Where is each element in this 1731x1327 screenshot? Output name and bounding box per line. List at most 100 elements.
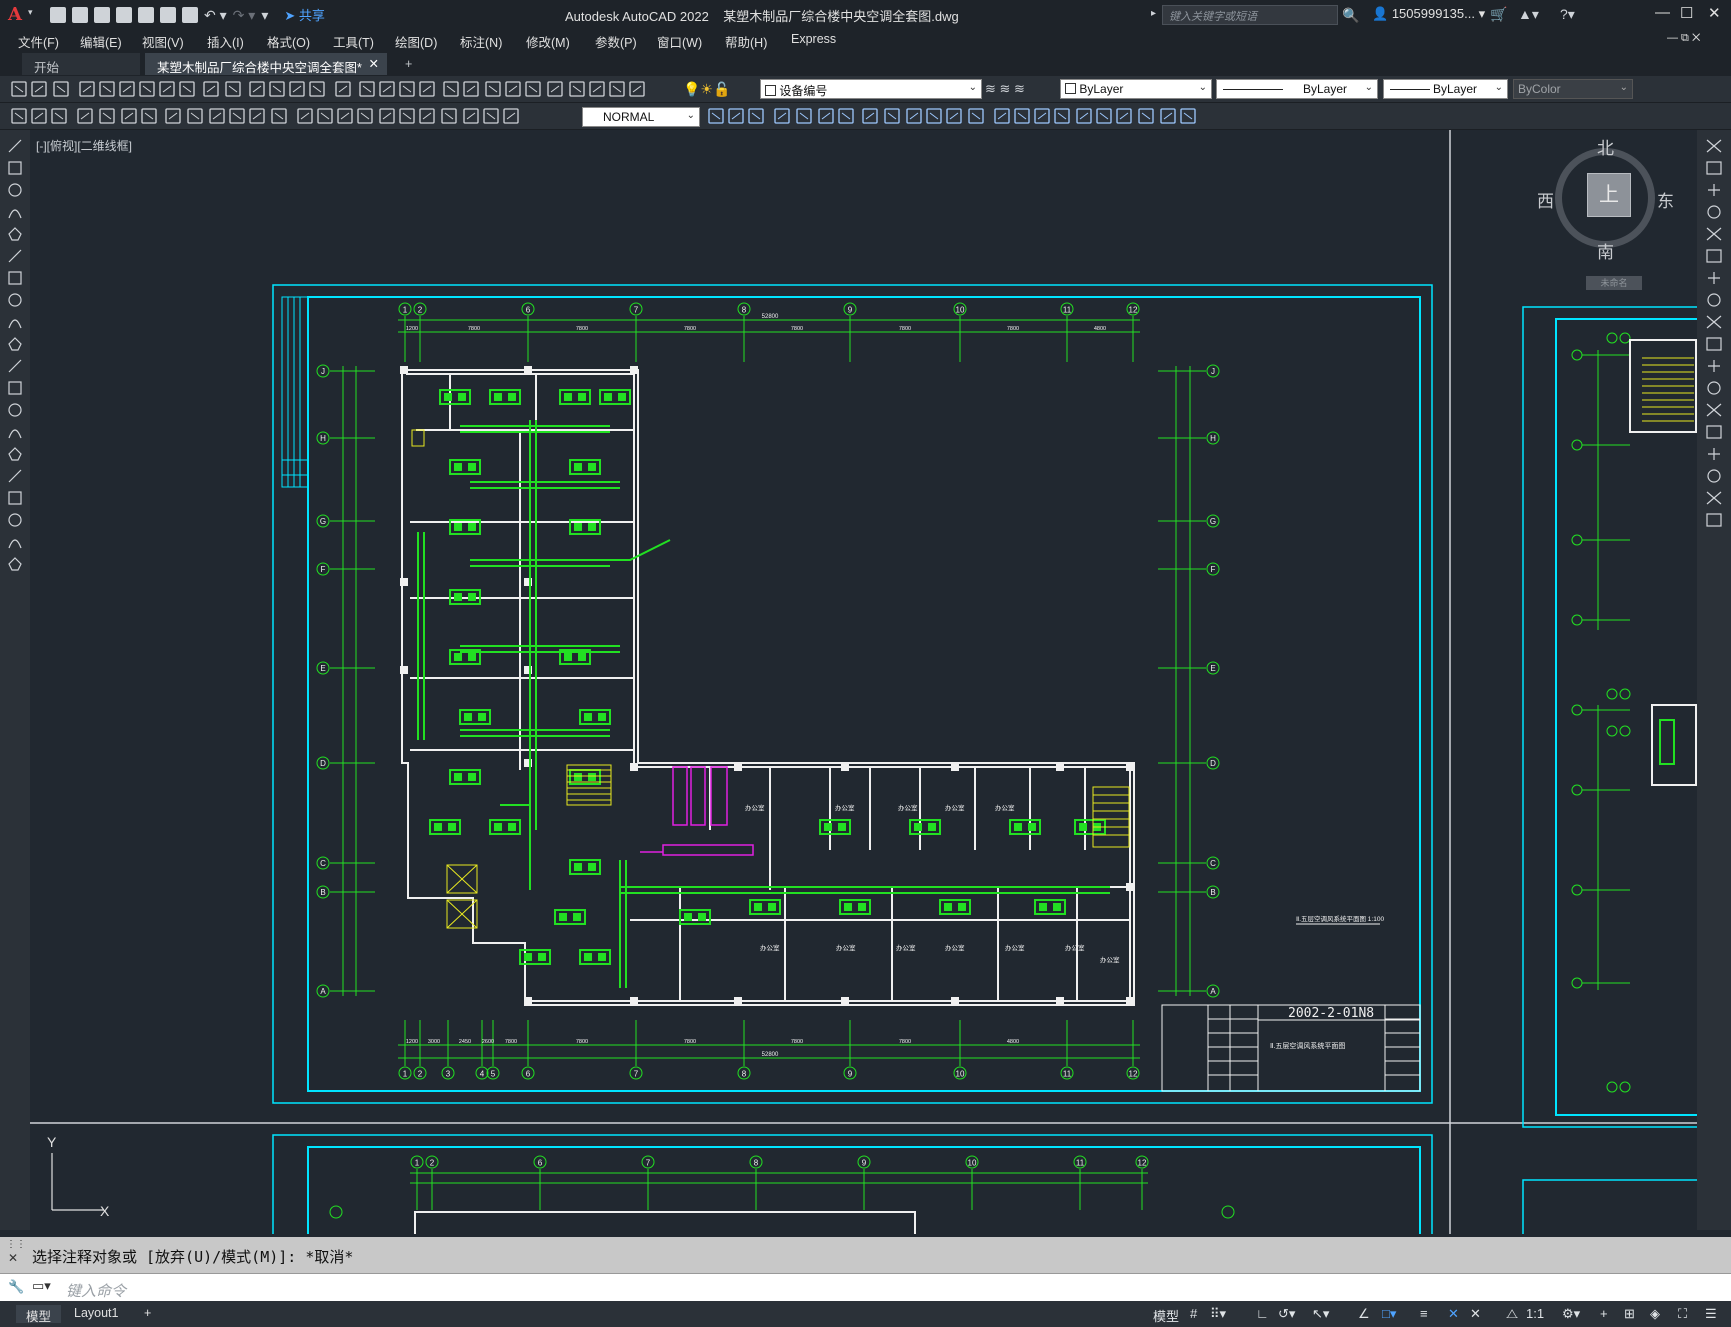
menu-tools[interactable]: 工具(T): [333, 32, 374, 51]
cart-icon[interactable]: 🛒: [1490, 6, 1507, 23]
share-button[interactable]: ➤ 共享: [284, 5, 325, 24]
viewcube-top-face[interactable]: 上: [1587, 173, 1631, 217]
drawing-canvas[interactable]: [-][俯视][二维线框] 1 2 6 7 8 9 10 11 12 52800 1200 7800 7…: [30, 130, 1697, 1234]
tab-layout1[interactable]: Layout1: [64, 1305, 128, 1323]
close-window-icon[interactable]: ✕: [1708, 4, 1721, 22]
modify-tool-icons-vertical[interactable]: [1697, 130, 1731, 550]
compass-south[interactable]: 南: [1597, 238, 1614, 263]
menu-window[interactable]: 窗口(W): [657, 32, 702, 51]
recent-commands-icon[interactable]: ▭▾: [32, 1278, 51, 1294]
linetype-dropdown[interactable]: ByLayer ⌄: [1216, 79, 1378, 99]
open-file-icon[interactable]: [72, 6, 88, 23]
close-tab-icon[interactable]: ✕: [369, 56, 379, 71]
save-web-icon[interactable]: [160, 6, 176, 23]
redo-icon[interactable]: ↷ ▾: [233, 7, 256, 23]
object-snap-tracking-icon[interactable]: ∠: [1358, 1306, 1370, 1322]
annotation-scale-value[interactable]: 1:1: [1526, 1306, 1544, 1321]
model-space-button[interactable]: 模型: [1153, 1306, 1179, 1325]
menu-draw[interactable]: 绘图(D): [395, 32, 437, 51]
auto-scale-icon[interactable]: ✕: [1470, 1306, 1481, 1322]
save-as-icon[interactable]: [116, 6, 132, 23]
minimize-icon[interactable]: —: [1655, 4, 1670, 21]
menu-edit[interactable]: 编辑(E): [80, 32, 122, 51]
search-icon[interactable]: 🔍: [1342, 7, 1359, 24]
lineweight-sample: [1390, 89, 1430, 90]
tab-start[interactable]: 开始: [22, 53, 140, 75]
plotstyle-dropdown[interactable]: ByColor ⌄: [1513, 79, 1633, 99]
duct-run: [500, 804, 531, 890]
toolbar-tool-glyph: [1183, 112, 1193, 120]
compass-north[interactable]: 北: [1597, 134, 1614, 159]
lineweight-dropdown[interactable]: ByLayer ⌄: [1383, 79, 1508, 99]
workspace-gear-icon[interactable]: ⚙▾: [1562, 1306, 1580, 1322]
grid-label: 8: [754, 1159, 759, 1168]
snap-icon[interactable]: ⠿▾: [1210, 1306, 1226, 1322]
maximize-icon[interactable]: ☐: [1680, 4, 1693, 22]
save-icon[interactable]: [94, 6, 110, 23]
plot-icon[interactable]: [182, 6, 198, 23]
layer-state-icons[interactable]: 💡☀🔓: [683, 81, 730, 98]
polar-icon[interactable]: ↺▾: [1278, 1306, 1295, 1322]
color-dropdown[interactable]: ByLayer ⌄: [1060, 79, 1212, 99]
layer-dropdown[interactable]: 设备编号 ⌄: [760, 79, 982, 99]
text-style-dropdown[interactable]: NORMAL ⌄: [582, 107, 700, 127]
draw-tool-icons[interactable]: [0, 130, 30, 590]
expand-search-icon[interactable]: ▸: [1151, 8, 1156, 19]
command-grip-icon[interactable]: ⋮⋮: [6, 1239, 26, 1250]
compass-east[interactable]: 东: [1657, 187, 1674, 212]
layer-tools-icons[interactable]: ≋ ≋ ≋: [985, 81, 1025, 97]
grid-label: 1: [415, 1159, 420, 1168]
tab-model[interactable]: 模型: [16, 1305, 62, 1324]
object-snap-icon[interactable]: □▾: [1382, 1306, 1396, 1322]
ortho-icon[interactable]: ∟: [1256, 1306, 1269, 1321]
search-input[interactable]: 键入关键字或短语: [1162, 5, 1338, 25]
menu-parametric[interactable]: 参数(P): [595, 32, 637, 51]
toolbar-tool-glyph: [971, 112, 981, 120]
plus-icon[interactable]: +: [1600, 1306, 1608, 1321]
status-bar: 模型 Layout1 + 模型 # ⠿▾ ∟ ↺▾ ↖▾ ∠ □▾ ≡ ✕ ✕ …: [0, 1301, 1731, 1327]
annotation-scale-icon[interactable]: ⧍: [1506, 1306, 1518, 1322]
app-menu-chevron-icon[interactable]: ▾: [28, 7, 33, 18]
structural-column: [1056, 997, 1064, 1005]
customize-statusbar-icon[interactable]: ☰: [1705, 1306, 1717, 1322]
undo-icon[interactable]: ↶ ▾: [204, 7, 227, 23]
binding-strip: [281, 296, 309, 488]
menu-insert[interactable]: 插入(I): [207, 32, 244, 51]
compass-west[interactable]: 西: [1537, 187, 1554, 212]
command-input[interactable]: 键入命令: [66, 1280, 126, 1301]
autocad-logo-icon[interactable]: A: [0, 0, 30, 29]
tab-drawing[interactable]: 某塑木制品厂综合楼中央空调全套图* ✕: [145, 53, 387, 75]
menu-format[interactable]: 格式(O): [267, 32, 310, 51]
grid-icon[interactable]: #: [1190, 1306, 1197, 1321]
help-icon[interactable]: ?▾: [1560, 6, 1575, 23]
doc-window-controls[interactable]: — ⧉ ✕: [1667, 32, 1700, 45]
autodesk-app-icon[interactable]: ▲▾: [1518, 6, 1539, 23]
modify-tool-icons[interactable]: [705, 103, 1215, 130]
user-account[interactable]: 👤 1505999135... ▾: [1372, 6, 1485, 22]
fan-coil-unit-coil: [958, 903, 966, 911]
open-web-icon[interactable]: [138, 6, 154, 23]
isodraft-icon[interactable]: ↖▾: [1312, 1306, 1329, 1322]
units-icon[interactable]: ⊞: [1624, 1306, 1635, 1322]
isolate-objects-icon[interactable]: ◈: [1650, 1306, 1660, 1322]
menu-help[interactable]: 帮助(H): [725, 32, 767, 51]
menu-express[interactable]: Express: [791, 32, 836, 46]
new-tab-icon[interactable]: +: [393, 53, 424, 75]
dimension-tool-icons[interactable]: [8, 103, 578, 130]
menu-dimension[interactable]: 标注(N): [460, 32, 502, 51]
standard-tool-icons[interactable]: [8, 76, 688, 103]
modify-tool-icon: [1706, 315, 1722, 329]
customize-wrench-icon[interactable]: 🔧: [8, 1279, 24, 1295]
annotation-visibility-icon[interactable]: ✕: [1448, 1306, 1459, 1322]
fullscreen-icon[interactable]: ⛶: [1678, 1306, 1687, 1322]
menu-modify[interactable]: 修改(M): [526, 32, 570, 51]
add-layout-icon[interactable]: +: [134, 1305, 161, 1323]
menu-view[interactable]: 视图(V): [142, 32, 184, 51]
new-file-icon[interactable]: [50, 6, 66, 23]
command-line[interactable]: 🔧 ▭▾ 键入命令: [0, 1273, 1731, 1301]
menu-file[interactable]: 文件(F): [18, 32, 59, 51]
wcs-menu[interactable]: 未命名: [1586, 276, 1642, 290]
close-command-icon[interactable]: ✕: [8, 1251, 18, 1265]
customize-quick-access-icon[interactable]: ▾: [261, 7, 268, 23]
lineweight-icon[interactable]: ≡: [1420, 1306, 1428, 1321]
